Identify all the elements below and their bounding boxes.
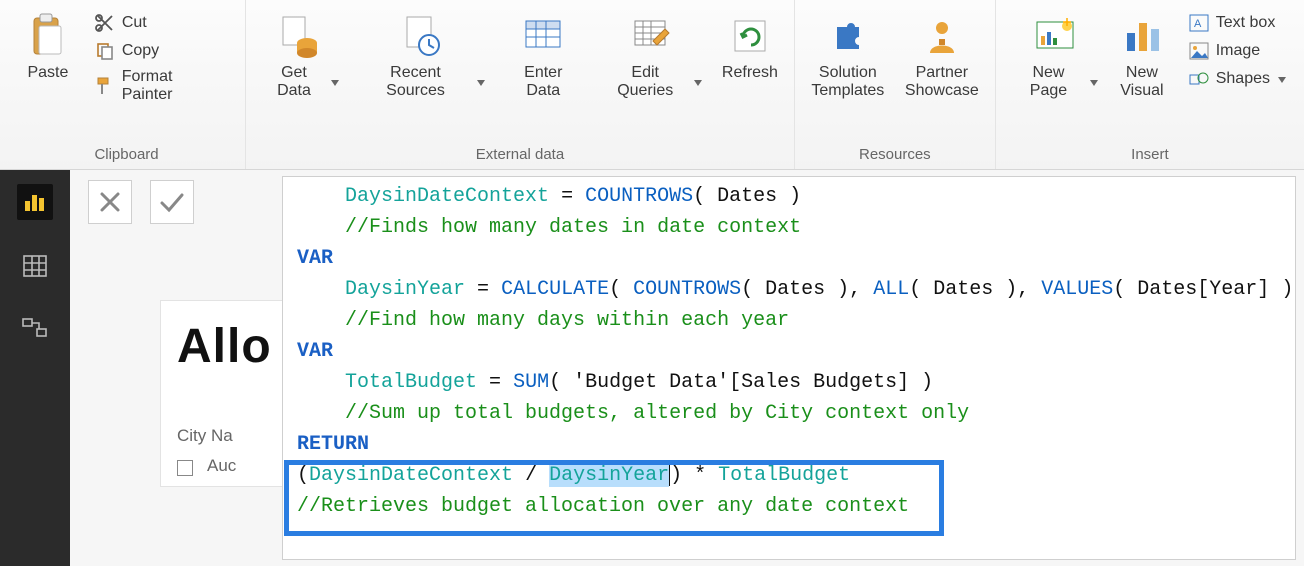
check-icon [159,190,185,214]
refresh-icon [726,10,774,62]
image-icon [1188,40,1210,62]
group-label-clipboard: Clipboard [94,146,158,167]
shapes-icon [1188,68,1210,90]
cancel-formula-button[interactable] [88,180,132,224]
nav-model-icon[interactable] [17,312,53,348]
close-icon [98,190,122,214]
chevron-down-icon [475,73,485,91]
get-data-label: Get Data [262,64,326,101]
format-painter-label: Format Painter [122,68,227,104]
recent-sources-label: Recent Sources [359,64,472,101]
recent-sources-button[interactable]: Recent Sources [351,6,493,105]
text-cursor [669,464,670,486]
new-page-label: New Page [1012,64,1085,101]
formula-editor[interactable]: DaysinDateContext = COUNTROWS( Dates ) /… [282,176,1296,560]
copy-icon [94,40,116,62]
get-data-icon [276,10,324,62]
cut-label: Cut [122,14,147,32]
nav-data-icon[interactable] [17,248,53,284]
enter-data-label: Enter Data [505,64,581,101]
ribbon-group-clipboard: Paste Cut Copy [8,0,246,169]
group-label-resources: Resources [859,146,931,167]
solution-templates-button[interactable]: SolutionTemplates [803,6,893,105]
refresh-label: Refresh [722,64,778,82]
paintbrush-icon [94,75,116,97]
chevron-down-icon [1088,73,1098,91]
enter-data-button[interactable]: Enter Data [497,6,589,105]
enter-data-icon [519,10,567,62]
format-painter-button[interactable]: Format Painter [88,66,233,106]
new-visual-icon [1118,10,1166,62]
refresh-button[interactable]: Refresh [714,6,786,86]
new-visual-button[interactable]: NewVisual [1110,6,1174,105]
checkbox[interactable] [177,460,193,476]
cut-button[interactable]: Cut [88,10,233,36]
new-page-button[interactable]: New Page [1004,6,1106,105]
copy-label: Copy [122,42,159,60]
edit-queries-icon [628,10,676,62]
text-box-label: Text box [1216,14,1276,32]
get-data-button[interactable]: Get Data [254,6,347,105]
edit-queries-button[interactable]: Edit Queries [593,6,710,105]
partner-showcase-label: PartnerShowcase [905,64,979,101]
paste-button[interactable]: Paste [16,6,80,86]
partner-showcase-button[interactable]: PartnerShowcase [897,6,987,105]
ribbon-group-insert: New Page NewVisual A Text box [996,0,1304,169]
recent-sources-icon [398,10,446,62]
solution-templates-label: SolutionTemplates [811,64,884,101]
ribbon-group-external-data: Get Data Recent Sources Enter Data Edit … [246,0,795,169]
shapes-button[interactable]: Shapes [1182,66,1292,92]
chevron-down-icon [329,73,339,91]
clipboard-icon [24,10,72,62]
chevron-down-icon [1276,70,1286,88]
canvas: Allo City Na Auc DaysinDateContext = COU… [70,170,1304,566]
paste-label: Paste [27,64,68,82]
image-label: Image [1216,42,1260,60]
commit-formula-button[interactable] [150,180,194,224]
svg-text:A: A [1194,18,1202,30]
field-item: Auc [207,456,236,476]
text-box-icon: A [1188,12,1210,34]
scissors-icon [94,12,116,34]
ribbon-group-resources: SolutionTemplates PartnerShowcase Resour… [795,0,996,169]
group-label-external: External data [476,146,564,167]
shapes-label: Shapes [1216,70,1270,88]
formula-bar-buttons [88,180,194,224]
left-nav [0,170,70,566]
chevron-down-icon [692,73,702,91]
copy-button[interactable]: Copy [88,38,233,64]
group-label-insert: Insert [1131,146,1169,167]
puzzle-icon [824,10,872,62]
new-page-icon [1031,10,1079,62]
nav-report-icon[interactable] [17,184,53,220]
text-box-button[interactable]: A Text box [1182,10,1292,36]
image-button[interactable]: Image [1182,38,1292,64]
field-name-label: City Na [177,426,233,446]
person-icon [918,10,966,62]
edit-queries-label: Edit Queries [601,64,689,101]
ribbon: Paste Cut Copy [0,0,1304,170]
main-area: Allo City Na Auc DaysinDateContext = COU… [0,170,1304,566]
new-visual-label: NewVisual [1120,64,1163,101]
